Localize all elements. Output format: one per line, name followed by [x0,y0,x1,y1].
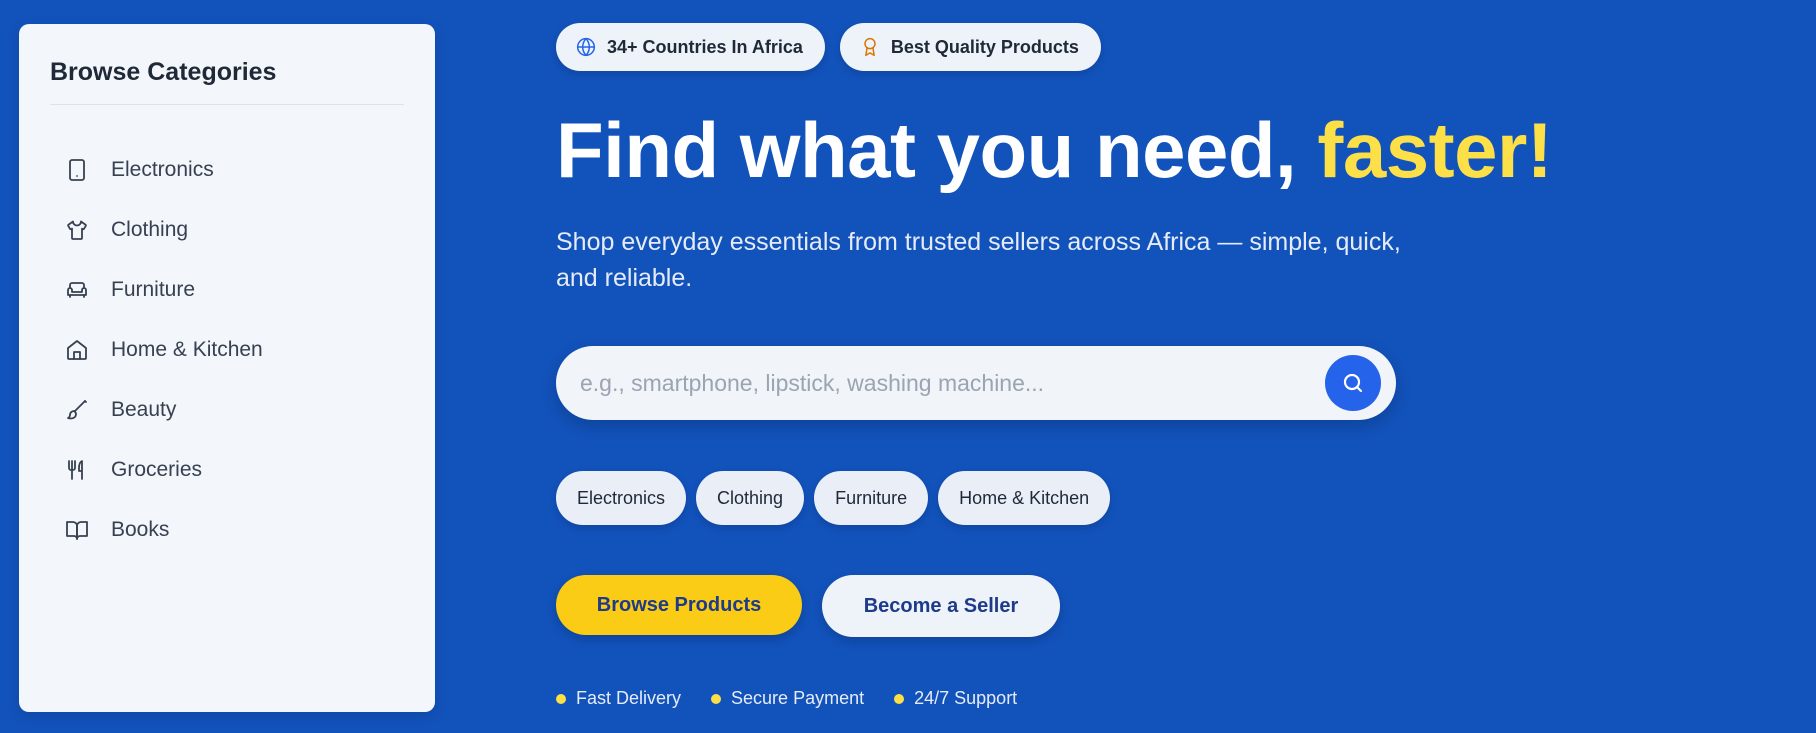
sidebar-item-label: Home & Kitchen [111,338,263,361]
shirt-icon [63,216,91,244]
home-icon [63,336,91,364]
badge-label: 34+ Countries In Africa [607,36,803,57]
sidebar-item-label: Clothing [111,218,189,241]
category-list: Electronics Clothing Furniture Home & Ki… [63,140,393,560]
search-bar [556,346,1396,420]
sidebar-item-label: Beauty [111,398,177,421]
brush-icon [63,396,91,424]
browse-products-button[interactable]: Browse Products [556,575,802,635]
book-open-icon [63,516,91,544]
tablet-icon [63,156,91,184]
page-title: Find what you need, faster! [556,105,1553,196]
categories-sidebar: Browse Categories Electronics Clothing F… [19,24,435,712]
become-seller-button[interactable]: Become a Seller [822,575,1060,637]
chip-home-kitchen[interactable]: Home & Kitchen [938,471,1111,525]
sidebar-item-furniture[interactable]: Furniture [63,260,393,320]
sidebar-item-label: Electronics [111,158,214,181]
feature-item: Fast Delivery [556,688,681,709]
badge-label: Best Quality Products [890,36,1079,57]
sidebar-item-books[interactable]: Books [63,500,393,560]
feature-item: 24/7 Support [894,688,1017,709]
search-button[interactable] [1325,355,1381,411]
sidebar-title: Browse Categories [50,58,277,86]
chip-clothing[interactable]: Clothing [696,471,805,525]
quick-category-chips: Electronics Clothing Furniture Home & Ki… [556,471,1111,525]
cta-buttons: Browse Products Become a Seller [556,575,1060,637]
bullet-dot-icon [894,693,905,704]
chip-electronics[interactable]: Electronics [556,471,687,525]
award-icon [860,37,880,57]
trust-badges: 34+ Countries In Africa Best Quality Pro… [556,23,1101,71]
chip-furniture[interactable]: Furniture [814,471,929,525]
sofa-icon [63,276,91,304]
hero-subtitle: Shop everyday essentials from trusted se… [556,228,1401,292]
sidebar-item-label: Books [111,518,170,541]
sidebar-item-beauty[interactable]: Beauty [63,380,393,440]
search-icon [1343,373,1363,393]
sidebar-item-clothing[interactable]: Clothing [63,200,393,260]
countries-badge: 34+ Countries In Africa [556,23,825,71]
hero-section: 34+ Countries In Africa Best Quality Pro… [556,0,1756,733]
feature-label: Fast Delivery [576,688,682,708]
sidebar-item-groceries[interactable]: Groceries [63,440,393,500]
feature-item: Secure Payment [711,688,864,709]
feature-list: Fast Delivery Secure Payment 24/7 Suppor… [556,688,1017,709]
sidebar-divider [50,104,404,105]
feature-label: 24/7 Support [914,688,1018,708]
bullet-dot-icon [711,693,722,704]
globe-icon [576,37,596,57]
utensils-icon [63,456,91,484]
feature-label: Secure Payment [731,688,865,708]
sidebar-item-electronics[interactable]: Electronics [63,140,393,200]
sidebar-item-home-kitchen[interactable]: Home & Kitchen [63,320,393,380]
headline-accent: faster! [1317,106,1553,194]
search-input[interactable] [580,346,1280,420]
headline-main: Find what you need, [556,106,1318,194]
quality-badge: Best Quality Products [839,23,1101,71]
bullet-dot-icon [556,693,566,704]
sidebar-item-label: Furniture [111,278,196,301]
sidebar-item-label: Groceries [111,458,203,481]
page: Browse Categories Electronics Clothing F… [0,0,1816,733]
